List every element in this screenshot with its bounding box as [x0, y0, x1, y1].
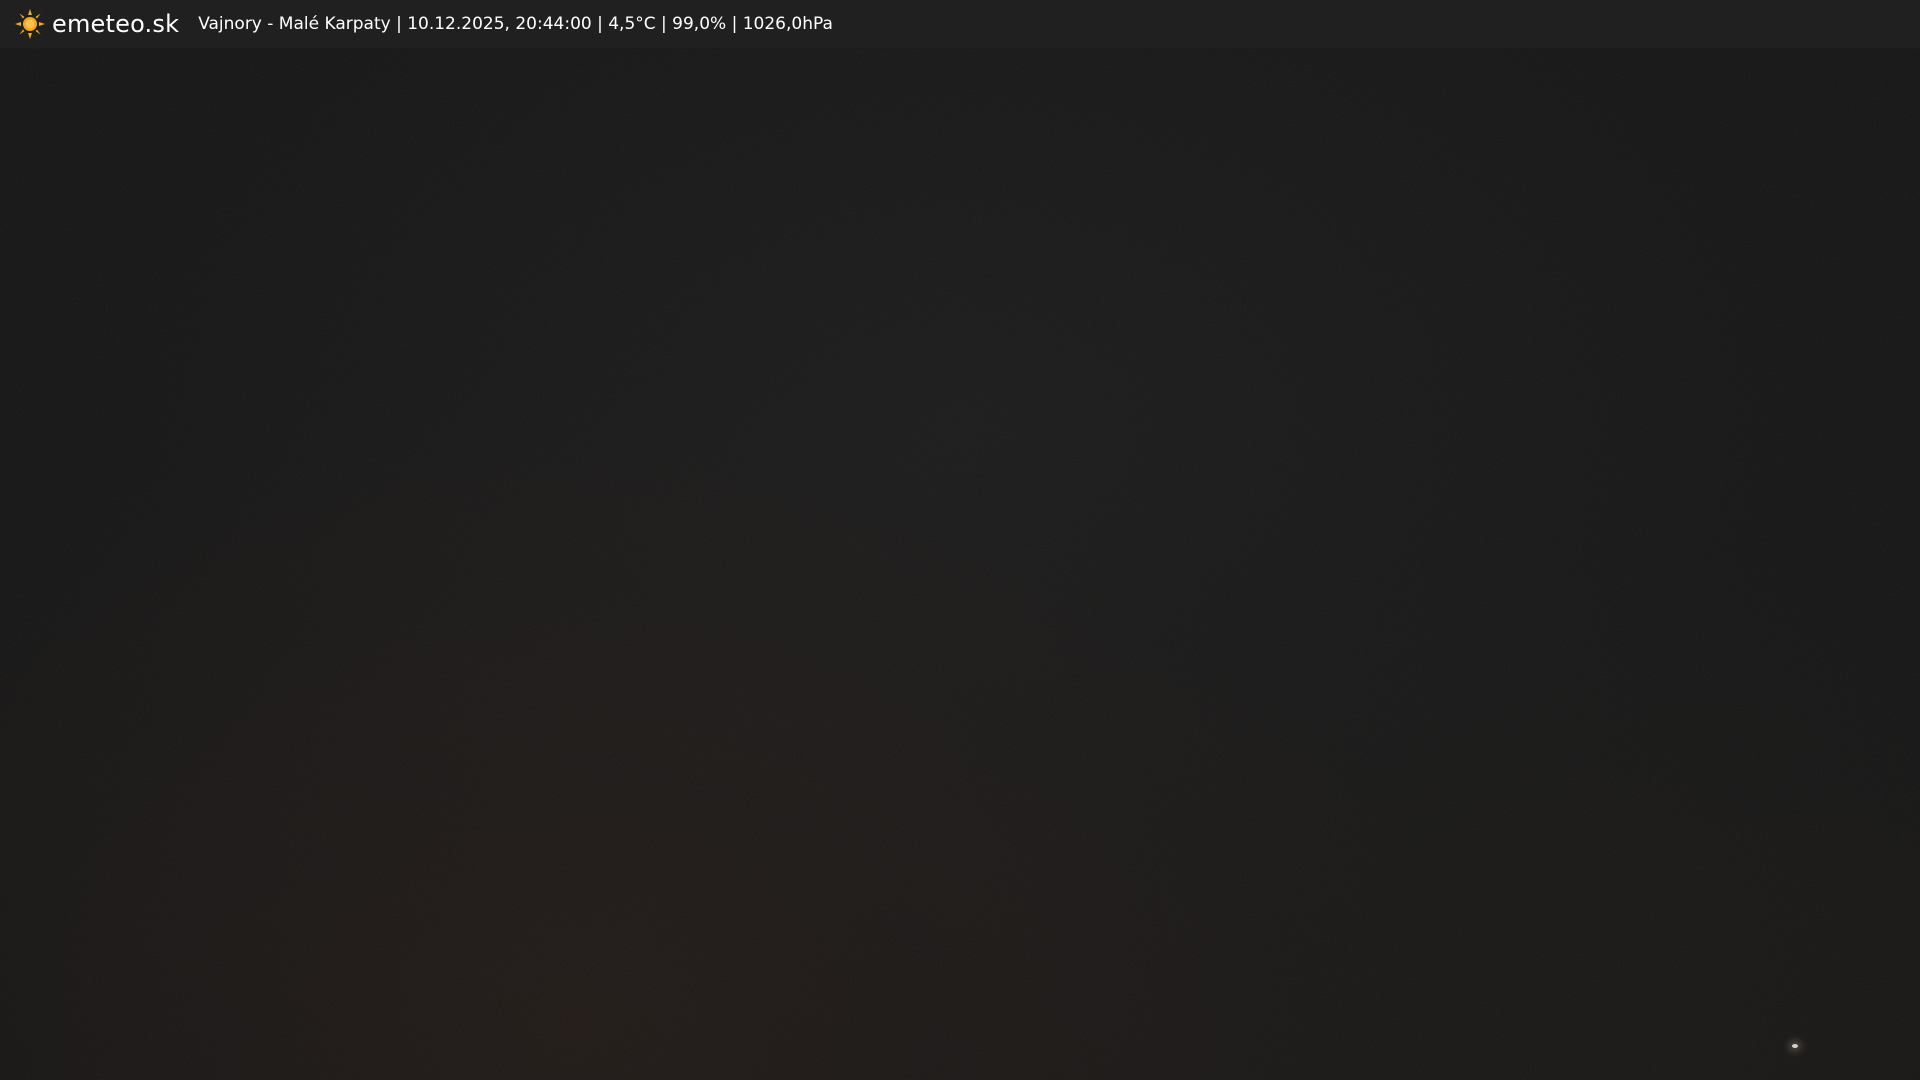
image-noise: [0, 0, 1920, 1080]
station-info: Vajnory - Malé Karpaty | 10.12.2025, 20:…: [198, 14, 833, 34]
sun-icon: [14, 8, 46, 40]
logo-link[interactable]: emeteo.sk: [14, 8, 179, 40]
brand-name: emeteo.sk: [52, 10, 180, 38]
webcam-page: emeteo.sk Vajnory - Malé Karpaty | 10.12…: [0, 0, 1920, 1080]
webcam-image: [0, 0, 1920, 1080]
header-bar: emeteo.sk Vajnory - Malé Karpaty | 10.12…: [0, 0, 1920, 49]
distant-light: [1792, 1044, 1798, 1048]
